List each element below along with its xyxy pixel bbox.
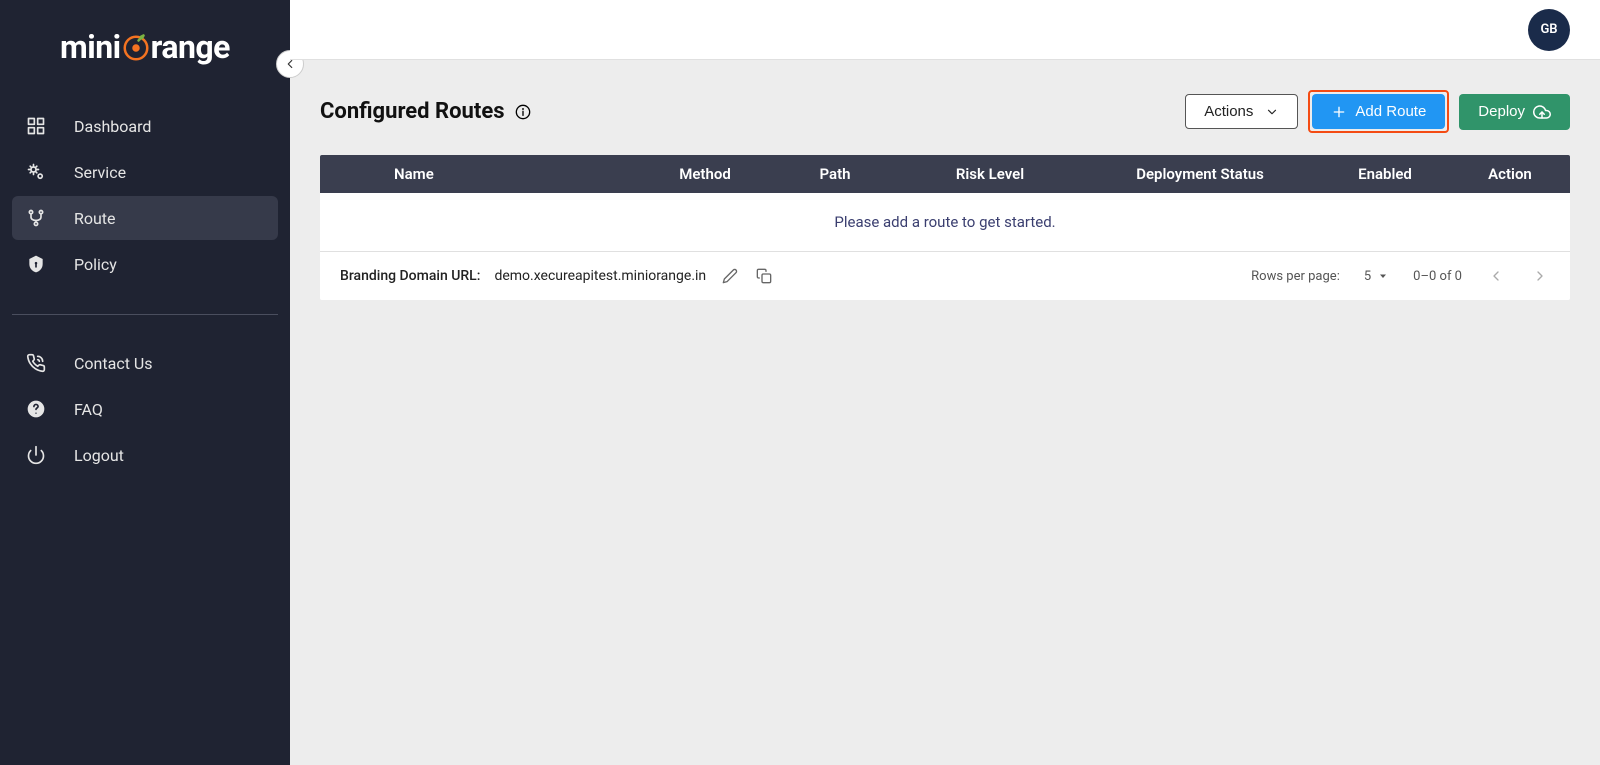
- page-title: Configured Routes: [320, 99, 505, 124]
- sidebar-item-label: Service: [74, 163, 126, 182]
- page-header: Configured Routes Actions Add Route: [320, 90, 1570, 133]
- shield-icon: [26, 254, 46, 274]
- table-empty-message: Please add a route to get started.: [320, 193, 1570, 252]
- table-footer: Branding Domain URL: demo.xecureapitest.…: [320, 252, 1570, 300]
- phone-icon: [26, 353, 46, 373]
- info-icon[interactable]: [515, 104, 531, 120]
- column-risk: Risk Level: [900, 165, 1080, 183]
- deploy-label: Deploy: [1478, 103, 1525, 120]
- brand-accent: [121, 28, 151, 66]
- plus-icon: [1331, 104, 1347, 120]
- add-route-highlight: Add Route: [1308, 90, 1449, 133]
- edit-branding-button[interactable]: [720, 266, 740, 286]
- column-action: Action: [1450, 165, 1570, 183]
- add-route-label: Add Route: [1355, 103, 1426, 120]
- pagination-range: 0–0 of 0: [1413, 269, 1462, 284]
- column-deploy: Deployment Status: [1080, 165, 1320, 183]
- caret-down-icon: [1377, 270, 1389, 282]
- column-enabled: Enabled: [1320, 165, 1450, 183]
- help-icon: [26, 399, 46, 419]
- sidebar-item-faq[interactable]: FAQ: [12, 387, 278, 431]
- route-icon: [26, 208, 46, 228]
- brand-logo: mini range: [0, 18, 290, 96]
- sidebar-item-logout[interactable]: Logout: [12, 433, 278, 477]
- chevron-right-icon: [1532, 268, 1548, 284]
- pencil-icon: [722, 268, 738, 284]
- branding-url-label: Branding Domain URL:: [340, 268, 480, 284]
- power-icon: [26, 445, 46, 465]
- copy-branding-button[interactable]: [754, 266, 774, 286]
- sidebar-item-route[interactable]: Route: [12, 196, 278, 240]
- sidebar-item-label: Route: [74, 209, 116, 228]
- nav-primary: Dashboard Service Route Policy: [0, 96, 290, 296]
- rows-per-page-label: Rows per page:: [1251, 269, 1340, 284]
- sidebar-item-dashboard[interactable]: Dashboard: [12, 104, 278, 148]
- add-route-button[interactable]: Add Route: [1312, 94, 1445, 129]
- actions-label: Actions: [1204, 103, 1253, 120]
- topbar: GB: [290, 0, 1600, 60]
- sidebar-item-label: Logout: [74, 446, 124, 465]
- sidebar-item-label: Policy: [74, 255, 117, 274]
- deploy-button[interactable]: Deploy: [1459, 94, 1570, 130]
- nav-divider: [12, 314, 278, 315]
- rows-per-page-value: 5: [1364, 269, 1371, 284]
- routes-table: Name Method Path Risk Level Deployment S…: [320, 155, 1570, 300]
- gears-icon: [26, 162, 46, 182]
- table-header-row: Name Method Path Risk Level Deployment S…: [320, 155, 1570, 193]
- main-content: Configured Routes Actions Add Route: [290, 0, 1600, 765]
- sidebar-item-service[interactable]: Service: [12, 150, 278, 194]
- brand-prefix: mini: [60, 28, 121, 66]
- branding-url-value: demo.xecureapitest.miniorange.in: [494, 268, 706, 284]
- sidebar-item-label: FAQ: [74, 400, 103, 419]
- sidebar-item-label: Contact Us: [74, 354, 153, 373]
- column-name: Name: [320, 165, 640, 183]
- header-actions: Actions Add Route Deploy: [1185, 90, 1570, 133]
- next-page-button[interactable]: [1530, 266, 1550, 286]
- user-avatar[interactable]: GB: [1528, 9, 1570, 51]
- column-path: Path: [770, 165, 900, 183]
- dashboard-icon: [26, 116, 46, 136]
- nav-secondary: Contact Us FAQ Logout: [0, 333, 290, 487]
- copy-icon: [756, 268, 772, 284]
- rows-per-page-select[interactable]: 5: [1364, 269, 1389, 284]
- brand-suffix: range: [151, 28, 230, 66]
- sidebar: mini range Dashboard Service Route Policy…: [0, 0, 290, 765]
- sidebar-item-label: Dashboard: [74, 117, 151, 136]
- column-method: Method: [640, 165, 770, 183]
- cloud-upload-icon: [1533, 103, 1551, 121]
- chevron-down-icon: [1265, 105, 1279, 119]
- prev-page-button[interactable]: [1486, 266, 1506, 286]
- avatar-initials: GB: [1540, 22, 1557, 37]
- actions-dropdown[interactable]: Actions: [1185, 94, 1298, 129]
- sidebar-item-contact[interactable]: Contact Us: [12, 341, 278, 385]
- chevron-left-icon: [1488, 268, 1504, 284]
- sidebar-item-policy[interactable]: Policy: [12, 242, 278, 286]
